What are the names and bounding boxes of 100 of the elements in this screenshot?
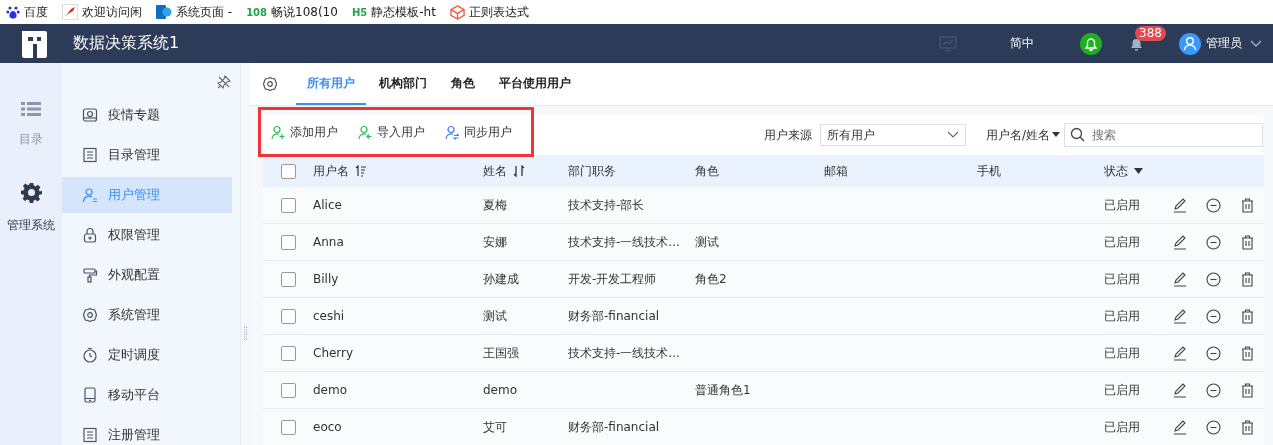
table-cell: demo: [313, 383, 348, 397]
table-cell: Cherry: [313, 346, 354, 360]
table-cell: 角色2: [695, 270, 727, 288]
checkbox[interactable]: [280, 234, 296, 250]
phone-icon: [82, 387, 98, 403]
language-label[interactable]: 简中: [1010, 35, 1034, 52]
column-header: 用户名: [313, 162, 349, 180]
table-cell: 已启用: [1104, 233, 1140, 251]
trash-icon[interactable]: [1240, 382, 1254, 398]
table-cell: 测试: [483, 307, 507, 325]
chevron-down-icon: [946, 131, 959, 139]
chevron-down-icon[interactable]: [1250, 39, 1262, 48]
sidebar-item[interactable]: 注册管理: [62, 417, 232, 445]
table-cell: 孙建成: [483, 270, 519, 288]
source-select[interactable]: 所有用户: [819, 124, 966, 146]
tab[interactable]: 机构部门: [368, 63, 438, 105]
checkbox[interactable]: [280, 197, 296, 213]
table-cell: 已启用: [1104, 307, 1140, 325]
disable-icon[interactable]: [1205, 271, 1221, 287]
site-logo: H5: [351, 6, 368, 18]
table-cell: 已启用: [1104, 381, 1140, 399]
roller-icon: [82, 267, 98, 283]
gear-icon: [82, 307, 98, 323]
checkbox[interactable]: [280, 419, 296, 435]
search-scope-dropdown[interactable]: 用户名/姓名: [985, 126, 1060, 144]
disable-icon[interactable]: [1205, 382, 1221, 398]
user-icon: [445, 124, 459, 140]
avatar-icon[interactable]: [1179, 32, 1201, 55]
sidebar-item[interactable]: 疫情专题: [62, 97, 232, 133]
edit-icon[interactable]: [1173, 271, 1187, 287]
user-name[interactable]: 管理员: [1206, 35, 1242, 52]
checkbox[interactable]: [280, 308, 296, 324]
checkbox[interactable]: [280, 271, 296, 287]
disable-icon[interactable]: [1205, 345, 1221, 361]
tab[interactable]: 平台使用用户: [488, 63, 582, 105]
sidebar-item[interactable]: 移动平台: [62, 377, 232, 413]
table-cell: Anna: [313, 235, 344, 249]
sidebar-item[interactable]: 定时调度: [62, 337, 232, 373]
lock-icon: [82, 227, 98, 243]
checkbox[interactable]: [280, 345, 296, 361]
toolbar-button[interactable]: 添加用户: [271, 123, 338, 141]
toolbar-button[interactable]: 同步用户: [445, 123, 512, 141]
bookmark-link[interactable]: 欢迎访问闲: [82, 3, 142, 21]
rail-item[interactable]: 管理系统: [7, 182, 55, 234]
bookmark-link[interactable]: 系统页面 -: [176, 3, 233, 21]
disable-icon[interactable]: [1205, 234, 1221, 250]
sidebar-item[interactable]: 目录管理: [62, 137, 232, 173]
column-header: 部门职务: [568, 162, 616, 180]
bell-icon[interactable]: [1080, 32, 1102, 55]
tab[interactable]: 角色: [440, 63, 486, 105]
bird-icon: [62, 4, 78, 20]
checkbox[interactable]: [280, 382, 296, 398]
table-cell: 已启用: [1104, 270, 1140, 288]
notification-badge: 388: [1135, 25, 1166, 41]
resize-handle[interactable]: [244, 327, 247, 341]
sort-icon[interactable]: [513, 165, 525, 177]
trash-icon[interactable]: [1240, 419, 1254, 435]
cube-icon: [449, 4, 465, 20]
column-header: 角色: [695, 162, 719, 180]
disable-icon[interactable]: [1205, 308, 1221, 324]
s-logo-icon: [156, 4, 172, 20]
filter-icon[interactable]: [1134, 167, 1143, 175]
bookmark-link[interactable]: 正则表达式: [468, 3, 529, 21]
trash-icon[interactable]: [1240, 308, 1254, 324]
bookmark-link[interactable]: 静态模板-ht: [371, 3, 436, 21]
edit-icon[interactable]: [1173, 345, 1187, 361]
edit-icon[interactable]: [1173, 419, 1187, 435]
bell-icon[interactable]: [1130, 36, 1143, 51]
column-header: 状态: [1104, 162, 1128, 180]
disable-icon[interactable]: [1205, 197, 1221, 213]
paw-icon: [6, 5, 20, 19]
table-cell: 技术支持-一线技术...: [568, 233, 680, 251]
disable-icon[interactable]: [1205, 419, 1221, 435]
table-cell: ceshi: [313, 309, 345, 323]
app-logo-icon: [19, 28, 48, 59]
sidebar-item[interactable]: 外观配置: [62, 257, 232, 293]
bookmark-link[interactable]: 畅说108(10: [271, 3, 338, 21]
edit-icon[interactable]: [1173, 308, 1187, 324]
trash-icon[interactable]: [1240, 197, 1254, 213]
table-cell: 王国强: [483, 344, 519, 362]
table-cell: 测试: [695, 233, 719, 251]
pin-icon[interactable]: [217, 75, 231, 89]
sidebar-item[interactable]: 权限管理: [62, 217, 232, 253]
trash-icon[interactable]: [1240, 345, 1254, 361]
edit-icon[interactable]: [1173, 197, 1187, 213]
edit-icon[interactable]: [1173, 382, 1187, 398]
trash-icon[interactable]: [1240, 271, 1254, 287]
trash-icon[interactable]: [1240, 234, 1254, 250]
table-cell: 技术支持-一线技术...: [568, 344, 680, 362]
edit-icon[interactable]: [1173, 234, 1187, 250]
checkbox[interactable]: [280, 163, 296, 179]
sidebar-item[interactable]: 系统管理: [62, 297, 232, 333]
table-cell: Billy: [313, 272, 339, 286]
toolbar-button[interactable]: 导入用户: [358, 123, 425, 141]
settings-icon[interactable]: [262, 76, 278, 92]
table-cell: 开发-开发工程师: [568, 270, 657, 288]
search-field[interactable]: 搜索: [1064, 123, 1263, 147]
table-cell: 夏梅: [483, 196, 507, 214]
bookmark-link[interactable]: 百度: [24, 3, 48, 21]
table-cell: 已启用: [1104, 196, 1140, 214]
